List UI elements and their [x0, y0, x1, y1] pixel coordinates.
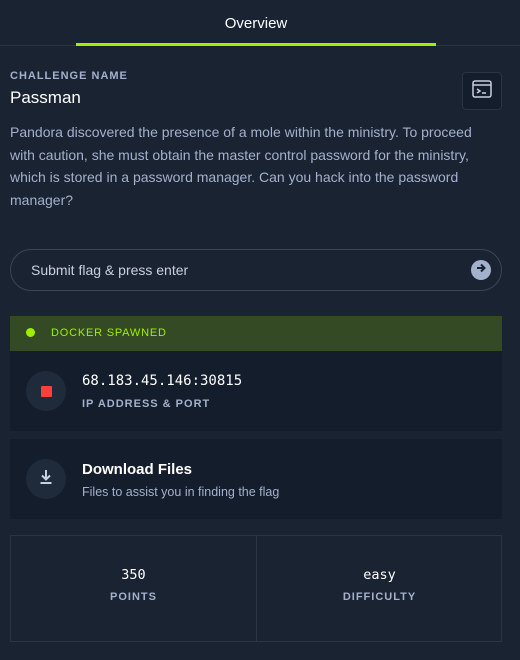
- docker-status-bar: DOCKER SPAWNED: [10, 316, 502, 351]
- status-dot-icon: [26, 328, 35, 337]
- flag-submit-box: [10, 249, 502, 291]
- difficulty-label: DIFFICULTY: [342, 591, 417, 603]
- download-files-title: Download Files: [82, 461, 193, 478]
- download-files-subtitle: Files to assist you in finding the flag: [82, 485, 280, 499]
- arrow-right-circle-icon: [475, 261, 487, 279]
- docker-status-text: DOCKER SPAWNED: [51, 327, 167, 339]
- tab-overview-label: Overview: [224, 14, 288, 32]
- points-value: 350: [121, 567, 146, 583]
- stop-instance-button[interactable]: [26, 371, 66, 411]
- challenge-title: Passman: [10, 88, 81, 107]
- docker-instance-card: 68.183.45.146:30815 IP ADDRESS & PORT: [10, 351, 502, 431]
- submit-flag-button[interactable]: [471, 260, 491, 280]
- download-files-button[interactable]: Download Files Files to assist you in fi…: [10, 439, 502, 519]
- download-icon: [38, 469, 54, 490]
- ip-address-value[interactable]: 68.183.45.146:30815: [82, 373, 242, 389]
- active-tab-indicator: [76, 43, 436, 46]
- difficulty-value: easy: [363, 567, 396, 583]
- stop-icon: [40, 385, 52, 397]
- tab-bar: Overview: [0, 0, 520, 46]
- flag-input[interactable]: [31, 250, 461, 290]
- download-icon-button[interactable]: [26, 459, 66, 499]
- challenge-stats: 350 POINTS easy DIFFICULTY: [10, 535, 502, 642]
- challenge-description: Pandora discovered the presence of a mol…: [10, 124, 472, 208]
- difficulty-stat: easy DIFFICULTY: [257, 536, 502, 641]
- terminal-button[interactable]: [462, 72, 502, 110]
- terminal-icon: [472, 79, 492, 103]
- points-stat: 350 POINTS: [11, 536, 256, 641]
- points-label: POINTS: [110, 591, 157, 603]
- ip-address-label: IP ADDRESS & PORT: [82, 398, 211, 410]
- challenge-name-label: CHALLENGE NAME: [10, 70, 128, 82]
- tab-overview[interactable]: Overview: [76, 0, 436, 46]
